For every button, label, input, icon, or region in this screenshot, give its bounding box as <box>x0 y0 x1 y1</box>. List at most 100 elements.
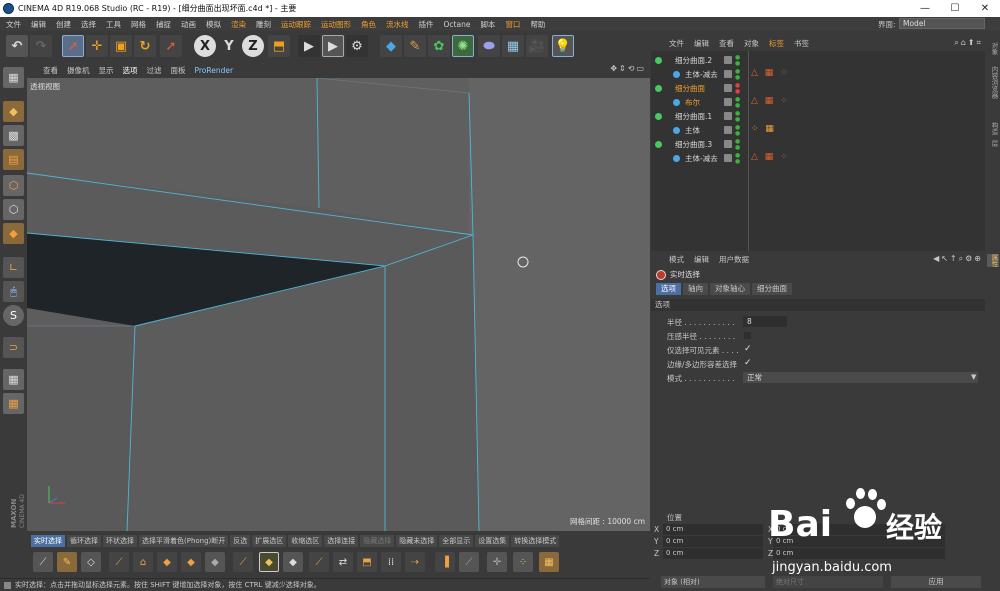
menu-snap[interactable]: 捕捉 <box>156 19 171 30</box>
tab-unhide-all[interactable]: 全部显示 <box>439 535 474 547</box>
texture-mode-icon[interactable]: ▩ <box>3 125 24 146</box>
menu-pipeline[interactable]: 流水线 <box>386 19 409 30</box>
side-tab-objects[interactable]: 对象 <box>987 42 999 55</box>
side-tab-layers[interactable]: 层 <box>987 140 999 147</box>
tab-hide-unselected[interactable]: 隐藏未选择 <box>396 535 438 547</box>
edges-mode-icon[interactable]: ⬡ <box>3 199 24 220</box>
list-item[interactable]: 细分曲面.1 ● ● <box>651 110 985 123</box>
only-visible-checkbox[interactable]: ✓ <box>744 344 752 354</box>
tab-phong-break-selection[interactable]: 选择平滑着色(Phong)断开 <box>139 535 229 547</box>
move-icon[interactable]: ✛ <box>86 35 108 57</box>
om-menu-tags[interactable]: 标签 <box>769 38 784 49</box>
minimize-button[interactable]: — <box>910 0 940 17</box>
subdivide-icon[interactable]: ▦ <box>539 552 559 572</box>
slide-icon[interactable]: ⇄ <box>333 552 353 572</box>
tab-live-selection[interactable]: 实时选择 <box>31 535 65 547</box>
radius-input[interactable]: 8 <box>743 316 787 327</box>
menu-animate[interactable]: 动画 <box>181 19 196 30</box>
tab-select-connected[interactable]: 选择连接 <box>324 535 359 547</box>
side-tab-content-browser[interactable]: 内容浏览器 <box>987 66 999 99</box>
visibility-dots[interactable]: ● ● <box>735 125 740 137</box>
tweak-mode-icon[interactable]: 🖱 <box>3 281 24 302</box>
layer-checkbox[interactable] <box>724 70 732 78</box>
menu-script[interactable]: 脚本 <box>480 19 495 30</box>
dissolve-icon[interactable]: ✛ <box>487 552 507 572</box>
make-editable-icon[interactable]: ▦ <box>3 67 24 88</box>
viewport-menu-panel[interactable]: 面板 <box>171 65 186 76</box>
list-item[interactable]: 布尔 ● ● △ ▦ ⁘ <box>651 96 985 109</box>
tab-convert-selection[interactable]: 转换选择模式 <box>511 535 560 547</box>
menu-mograph[interactable]: 运动图形 <box>321 19 351 30</box>
am-menu-edit[interactable]: 编辑 <box>694 254 709 265</box>
menu-create[interactable]: 创建 <box>56 19 71 30</box>
tab-loop-selection[interactable]: 循环选择 <box>67 535 101 547</box>
object-tags[interactable]: ⁘ ▦ <box>751 124 776 134</box>
scale-icon[interactable]: ▣ <box>110 35 132 57</box>
layer-checkbox[interactable] <box>724 154 732 162</box>
perspective-viewport[interactable]: 透视视图 网格间距 : 10000 cm <box>27 78 650 531</box>
viewport-navigation-icons[interactable]: ✥⇕⟲▭ <box>610 64 646 73</box>
position-y-input[interactable]: 0 cm <box>663 536 763 547</box>
visibility-dots[interactable]: ● ● <box>735 55 740 67</box>
visibility-dots[interactable]: ● ● <box>735 69 740 81</box>
object-tags[interactable]: △ ▦ ⁘ <box>751 152 790 162</box>
visibility-dots[interactable]: ● ● <box>735 139 740 151</box>
magnet-icon[interactable]: ⊃ <box>3 337 24 358</box>
points-mode-icon[interactable]: ⬡ <box>3 175 24 196</box>
om-menu-file[interactable]: 文件 <box>669 38 684 49</box>
viewport-menu-display[interactable]: 显示 <box>99 65 114 76</box>
bridge-icon[interactable]: ◆ <box>205 552 225 572</box>
visibility-dots[interactable]: ● ● <box>735 97 740 109</box>
menu-sculpt[interactable]: 雕刻 <box>256 19 271 30</box>
position-x-input[interactable]: 0 cm <box>663 524 763 535</box>
floor-scene-icon[interactable]: ▦ <box>502 35 524 57</box>
stitch-icon[interactable]: ⟋ <box>233 552 253 572</box>
x-axis-icon[interactable]: X <box>194 35 216 57</box>
bevel-icon[interactable]: ◆ <box>181 552 201 572</box>
menu-file[interactable]: 文件 <box>6 19 21 30</box>
position-z-input[interactable]: 0 cm <box>663 548 763 559</box>
pressure-radius-checkbox[interactable] <box>744 332 751 339</box>
side-tab-structure[interactable]: 构造 <box>987 122 999 135</box>
om-menu-bookmarks[interactable]: 书签 <box>794 38 809 49</box>
live-selection-icon[interactable]: ➚ <box>62 35 84 57</box>
close-polygon-hole-icon[interactable]: ◆ <box>283 552 303 572</box>
menu-mesh[interactable]: 网格 <box>131 19 146 30</box>
mirror-icon[interactable]: ⟋ <box>309 552 329 572</box>
redo-icon[interactable]: ↷ <box>30 35 52 57</box>
tab-axis[interactable]: 轴向 <box>683 283 708 295</box>
iron-icon[interactable]: ⬒ <box>357 552 377 572</box>
snap-icon[interactable]: S <box>3 305 24 326</box>
visibility-dots[interactable]: ● ● <box>735 83 740 95</box>
light-icon[interactable]: 💡 <box>552 35 574 57</box>
split-icon[interactable]: ▐ <box>435 552 455 572</box>
menu-select[interactable]: 选择 <box>81 19 96 30</box>
magnet-tool-icon[interactable]: ⌂ <box>133 552 153 572</box>
viewport-menu-options[interactable]: 选项 <box>123 65 138 76</box>
tab-subdivision-surface[interactable]: 细分曲面 <box>752 283 792 295</box>
side-tab-attributes[interactable]: 属性 <box>987 254 999 267</box>
menu-render[interactable]: 渲染 <box>231 19 246 30</box>
om-menu-edit[interactable]: 编辑 <box>694 38 709 49</box>
object-tags[interactable]: △ ▦ ⁘ <box>751 96 790 106</box>
menu-motion-tracking[interactable]: 运动跟踪 <box>281 19 311 30</box>
visibility-dots[interactable]: ● ● <box>735 111 740 123</box>
viewport-menu-view[interactable]: 查看 <box>43 65 58 76</box>
menu-simulate[interactable]: 模拟 <box>206 19 221 30</box>
optimize-icon[interactable]: ⁘ <box>513 552 533 572</box>
list-item[interactable]: 细分曲面.2 ● ● <box>651 54 985 67</box>
om-menu-view[interactable]: 查看 <box>719 38 734 49</box>
menu-edit[interactable]: 编辑 <box>31 19 46 30</box>
model-mode-icon[interactable]: ◆ <box>3 101 24 122</box>
subdivision-surface-icon[interactable]: ✿ <box>428 35 450 57</box>
lock-workplane-icon[interactable]: ▦ <box>3 369 24 390</box>
layout-select[interactable]: Model <box>899 18 985 29</box>
mode-select[interactable]: 正常 <box>743 372 978 383</box>
brush-icon[interactable]: ✎ <box>57 552 77 572</box>
tab-ring-selection[interactable]: 环状选择 <box>103 535 137 547</box>
om-search-icon[interactable]: ⌕⌂⬆⌗ <box>954 38 983 48</box>
camera-icon[interactable]: 🎥 <box>526 35 548 57</box>
tab-options[interactable]: 选项 <box>656 283 681 295</box>
normal-move-icon[interactable]: ⇢ <box>405 552 425 572</box>
pen-spline-icon[interactable]: ✎ <box>404 35 426 57</box>
